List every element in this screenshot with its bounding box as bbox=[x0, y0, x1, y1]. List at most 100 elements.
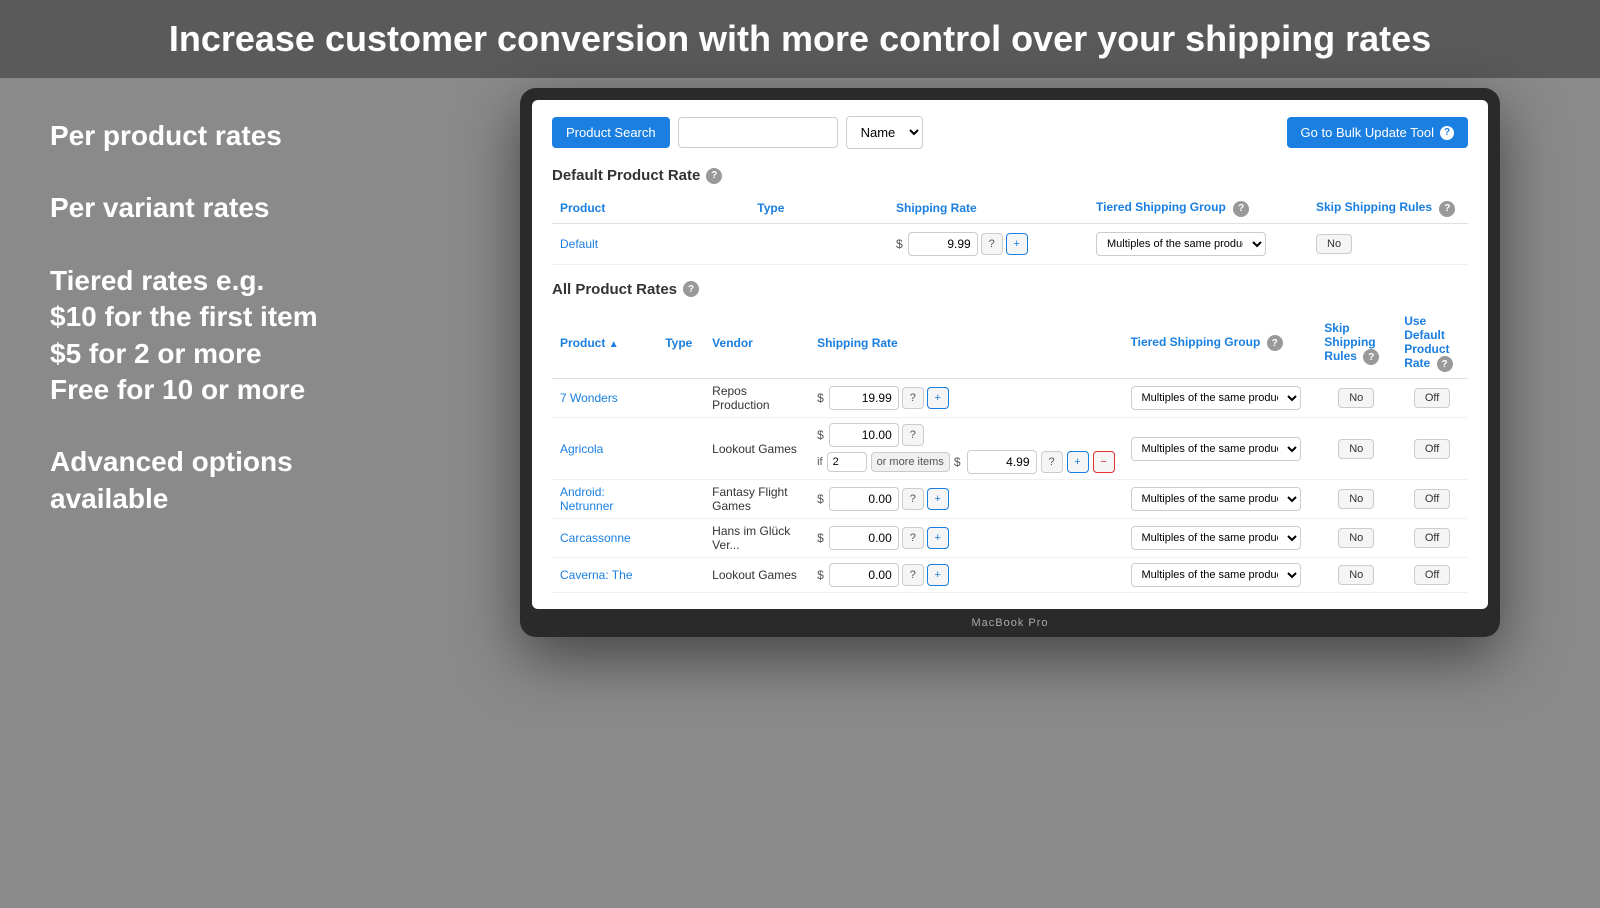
rate-group-caverna: $ ? + bbox=[817, 563, 1114, 587]
tier-qty-agricola[interactable] bbox=[827, 452, 867, 472]
tiered-select-7wonders[interactable]: Multiples of the same product bbox=[1131, 386, 1301, 410]
bulk-update-button[interactable]: Go to Bulk Update Tool ? bbox=[1287, 117, 1468, 148]
rate-input-7wonders[interactable] bbox=[829, 386, 899, 410]
header-banner: Increase customer conversion with more c… bbox=[0, 0, 1600, 78]
skip-toggle-carcassonne[interactable]: No bbox=[1338, 528, 1374, 548]
help-rate-caverna[interactable]: ? bbox=[902, 564, 924, 586]
search-input[interactable] bbox=[678, 117, 838, 148]
default-tiered-select[interactable]: Multiples of the same product bbox=[1096, 232, 1266, 256]
rate-input-caverna[interactable] bbox=[829, 563, 899, 587]
use-default-toggle-android[interactable]: Off bbox=[1414, 489, 1450, 509]
feature-per-variant-label: Per variant rates bbox=[50, 190, 370, 226]
app-content: Product Search Name Go to Bulk Update To… bbox=[532, 100, 1488, 609]
all-rates-table: Product ▲ Type Vendor Shipping Rate Tier… bbox=[552, 308, 1468, 594]
vendor-android: Fantasy Flight Games bbox=[704, 480, 809, 519]
table-row: Carcassonne Hans im Glück Ver... $ ? + bbox=[552, 519, 1468, 558]
skip-toggle-agricola[interactable]: No bbox=[1338, 439, 1374, 459]
rate-input-agricola-1[interactable] bbox=[829, 423, 899, 447]
default-rate-input[interactable] bbox=[908, 232, 978, 256]
vendor-7wonders: Repos Production bbox=[704, 379, 809, 418]
default-rate-table: Product Type Shipping Rate Tiered Shippi… bbox=[552, 194, 1468, 265]
table-row: Android: Netrunner Fantasy Flight Games … bbox=[552, 480, 1468, 519]
use-default-help[interactable]: ? bbox=[1437, 356, 1453, 372]
default-col-product: Product bbox=[552, 194, 749, 223]
default-col-shipping-rate: Shipping Rate bbox=[888, 194, 1088, 223]
tiered-select-agricola[interactable]: Multiples of the same product bbox=[1131, 437, 1301, 461]
product-search-button[interactable]: Product Search bbox=[552, 117, 670, 148]
tiered-select-caverna[interactable]: Multiples of the same product bbox=[1131, 563, 1301, 587]
use-default-toggle-agricola[interactable]: Off bbox=[1414, 439, 1450, 459]
table-row: Caverna: The Lookout Games $ ? + bbox=[552, 558, 1468, 593]
skip-toggle-caverna[interactable]: No bbox=[1338, 565, 1374, 585]
help-rate-agricola-2[interactable]: ? bbox=[1041, 451, 1063, 473]
skip-help-icon-default[interactable]: ? bbox=[1439, 201, 1455, 217]
question-icon: ? bbox=[1440, 126, 1454, 140]
add-tier-android[interactable]: + bbox=[927, 488, 949, 510]
help-rate-7wonders[interactable]: ? bbox=[902, 387, 924, 409]
laptop-base: MacBook Pro bbox=[532, 609, 1488, 637]
help-rate-android[interactable]: ? bbox=[902, 488, 924, 510]
product-link-caverna[interactable]: Caverna: The bbox=[560, 568, 633, 582]
help-rate-agricola-1[interactable]: ? bbox=[902, 424, 924, 446]
default-skip-toggle[interactable]: No bbox=[1316, 234, 1352, 254]
default-col-type: Type bbox=[749, 194, 888, 223]
product-link-7wonders[interactable]: 7 Wonders bbox=[560, 391, 618, 405]
default-help-icon[interactable]: ? bbox=[706, 168, 722, 184]
vendor-caverna: Lookout Games bbox=[704, 558, 809, 593]
feature-per-variant: Per variant rates bbox=[50, 190, 370, 226]
tiered-help-icon-all[interactable]: ? bbox=[1267, 335, 1283, 351]
default-add-icon[interactable]: + bbox=[1006, 233, 1028, 255]
add-tier-agricola[interactable]: + bbox=[1067, 451, 1089, 473]
remove-tier-agricola[interactable]: − bbox=[1093, 451, 1115, 473]
help-rate-carcassonne[interactable]: ? bbox=[902, 527, 924, 549]
rate-input-android[interactable] bbox=[829, 487, 899, 511]
default-rate-row: Default $ ? + bbox=[552, 223, 1468, 264]
feature-tiered-label: Tiered rates e.g. $10 for the first item… bbox=[50, 263, 370, 409]
header-title: Increase customer conversion with more c… bbox=[40, 18, 1560, 60]
add-tier-carcassonne[interactable]: + bbox=[927, 527, 949, 549]
tiered-select-android[interactable]: Multiples of the same product bbox=[1131, 487, 1301, 511]
use-default-toggle-caverna[interactable]: Off bbox=[1414, 565, 1450, 585]
all-col-vendor: Vendor bbox=[704, 308, 809, 379]
skip-toggle-android[interactable]: No bbox=[1338, 489, 1374, 509]
laptop-screen: Product Search Name Go to Bulk Update To… bbox=[532, 100, 1488, 609]
skip-help-all[interactable]: ? bbox=[1363, 349, 1379, 365]
laptop: Product Search Name Go to Bulk Update To… bbox=[520, 88, 1500, 637]
laptop-wrapper: Product Search Name Go to Bulk Update To… bbox=[420, 78, 1600, 908]
name-select[interactable]: Name bbox=[846, 116, 923, 149]
default-col-skip: Skip Shipping Rules ? bbox=[1308, 194, 1468, 223]
tiered-help-icon-default[interactable]: ? bbox=[1233, 201, 1249, 217]
feature-tiered: Tiered rates e.g. $10 for the first item… bbox=[50, 263, 370, 409]
all-col-type: Type bbox=[657, 308, 704, 379]
all-col-use-default: Use Default Product Rate ? bbox=[1396, 308, 1468, 379]
rate-input-carcassonne[interactable] bbox=[829, 526, 899, 550]
use-default-toggle-carcassonne[interactable]: Off bbox=[1414, 528, 1450, 548]
feature-per-product: Per product rates bbox=[50, 118, 370, 154]
agricola-tier-row: if or more items $ ? + − bbox=[817, 450, 1114, 474]
default-help-rate-icon[interactable]: ? bbox=[981, 233, 1003, 255]
product-link-carcassonne[interactable]: Carcassonne bbox=[560, 531, 631, 545]
tiered-select-carcassonne[interactable]: Multiples of the same product bbox=[1131, 526, 1301, 550]
add-tier-7wonders[interactable]: + bbox=[927, 387, 949, 409]
skip-toggle-7wonders[interactable]: No bbox=[1338, 388, 1374, 408]
laptop-brand: MacBook Pro bbox=[971, 617, 1048, 629]
product-sort-icon[interactable]: ▲ bbox=[609, 339, 619, 350]
all-col-product: Product ▲ bbox=[552, 308, 657, 379]
default-col-tiered: Tiered Shipping Group ? bbox=[1088, 194, 1308, 223]
add-tier-caverna[interactable]: + bbox=[927, 564, 949, 586]
left-sidebar: Per product rates Per variant rates Tier… bbox=[0, 78, 420, 908]
table-row: 7 Wonders Repos Production $ ? + bbox=[552, 379, 1468, 418]
rate-group-7wonders: $ ? + bbox=[817, 386, 1114, 410]
all-section-heading: All Product Rates ? bbox=[552, 281, 1468, 298]
default-product-link[interactable]: Default bbox=[560, 237, 598, 251]
all-help-icon[interactable]: ? bbox=[683, 281, 699, 297]
rate-input-agricola-2[interactable] bbox=[967, 450, 1037, 474]
main-layout: Per product rates Per variant rates Tier… bbox=[0, 78, 1600, 908]
use-default-toggle-7wonders[interactable]: Off bbox=[1414, 388, 1450, 408]
product-link-android[interactable]: Android: Netrunner bbox=[560, 485, 613, 513]
agricola-rate-container: $ ? if or more items $ bbox=[817, 423, 1114, 474]
rate-group-android: $ ? + bbox=[817, 487, 1114, 511]
product-link-agricola[interactable]: Agricola bbox=[560, 442, 603, 456]
vendor-carcassonne: Hans im Glück Ver... bbox=[704, 519, 809, 558]
feature-advanced: Advanced options available bbox=[50, 444, 370, 517]
